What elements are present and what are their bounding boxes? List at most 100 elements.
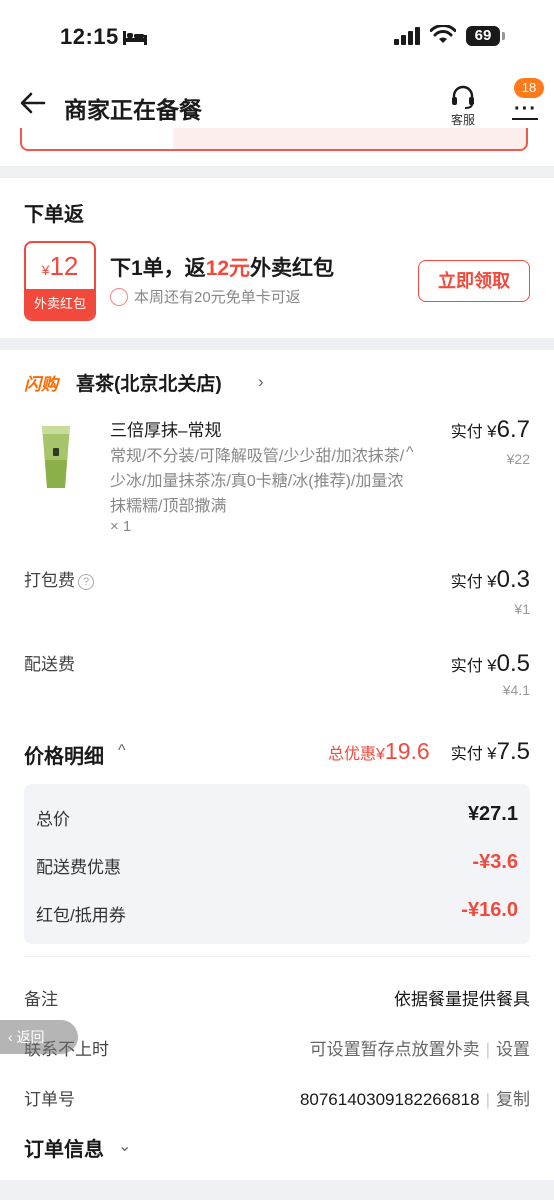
wifi-icon (430, 25, 456, 43)
status-time: 12:15 (60, 24, 119, 49)
packaging-fee-original: ¥1 (514, 601, 530, 617)
help-icon[interactable]: ? (78, 574, 94, 590)
radio-icon[interactable] (110, 288, 128, 306)
total-discount-currency: ¥ (376, 746, 385, 763)
back-arrow-icon[interactable] (20, 90, 46, 116)
item-name: 三倍厚抹–常规 (110, 421, 222, 440)
total-discount: 总优惠¥19.6 (328, 738, 430, 765)
breakdown-label: 总价 (36, 810, 70, 829)
packaging-fee-amount: 0.3 (496, 566, 530, 593)
order-number-row: 订单号 8076140309182266818 | 复制 (24, 1085, 530, 1111)
rebate-headline-amount: 12元 (205, 257, 251, 280)
delivery-fee-amount: 0.5 (496, 650, 530, 677)
rebate-subtext: 本周还有20元免单卡可返 (134, 289, 301, 306)
chevron-right-icon[interactable]: › (258, 372, 264, 392)
total-paid-currency: ¥ (487, 744, 497, 763)
price-detail-title[interactable]: 价格明细 (24, 740, 104, 769)
coupon-card: ¥12 外卖红包 (24, 241, 96, 321)
item-quantity: × 1 (110, 518, 132, 535)
remark-label: 备注 (24, 990, 58, 1009)
battery-tip (502, 32, 505, 40)
customer-service-label: 客服 (450, 113, 475, 127)
bed-icon (123, 31, 147, 45)
page-title: 商家正在备餐 (64, 97, 202, 123)
order-number-group: 8076140309182266818 | 复制 (300, 1085, 530, 1110)
breakdown-label: 红包/抵用券 (36, 906, 126, 925)
floating-back-label: 返回 (16, 1029, 45, 1045)
item-paid: 实付 ¥6.7 (451, 416, 530, 444)
chevron-up-icon[interactable]: ^ (118, 742, 126, 760)
rebate-section: 下单返 ¥12 外卖红包 下1单，返12元外卖红包 本周还有20元免单卡可返 立… (0, 178, 554, 338)
breakdown-row: 总价 ¥27.1 (36, 803, 518, 829)
coupon-amount: ¥12 (26, 251, 94, 282)
packaging-fee-paid: 实付 ¥0.3 (451, 566, 530, 594)
delivery-fee-paid-label: 实付 (450, 658, 483, 675)
contact-settings-link[interactable]: 设置 (496, 1040, 530, 1059)
order-number-label: 订单号 (24, 1090, 75, 1109)
remark-value: 依据餐量提供餐具 (394, 990, 530, 1009)
chevron-left-icon: ‹ (8, 1029, 17, 1045)
total-discount-label: 总优惠 (328, 746, 377, 763)
breakdown-row: 红包/抵用券 -¥16.0 (36, 899, 518, 925)
item-original-price: ¥22 (506, 451, 530, 467)
contact-value: 可设置暂存点放置外卖 (309, 1040, 480, 1059)
copy-link[interactable]: 复制 (496, 1090, 530, 1109)
breakdown-value: -¥16.0 (461, 899, 518, 921)
status-card-edge (0, 128, 554, 166)
rebate-headline-prefix: 下1单，返 (110, 257, 206, 280)
price-breakdown: 总价 ¥27.1 配送费优惠 -¥3.6 红包/抵用券 -¥16.0 (24, 784, 530, 944)
customer-service-button[interactable]: 客服 (444, 84, 482, 128)
claim-button[interactable]: 立即领取 (418, 260, 530, 302)
coupon-label: 外卖红包 (26, 289, 94, 319)
total-paid: 实付 ¥7.5 (451, 738, 530, 766)
more-dots-icon: ··· (514, 98, 537, 120)
order-number-value: 8076140309182266818 (299, 1090, 480, 1109)
order-section: 闪购 喜茶(北京北关店) › 三倍厚抹–常规 常规/不分装/可降解吸管/少少甜/… (0, 350, 554, 1180)
breakdown-label: 配送费优惠 (36, 858, 121, 877)
rebate-subtext-row[interactable]: 本周还有20元免单卡可返 (110, 286, 301, 307)
breakdown-row: 配送费优惠 -¥3.6 (36, 851, 518, 877)
more-menu-button[interactable]: 18 ··· (508, 78, 544, 128)
contact-value-group: 可设置暂存点放置外卖 | 设置 (310, 1035, 530, 1060)
cellular-signal-icon (394, 27, 420, 45)
bottom-strip (0, 1180, 554, 1200)
battery-icon: 69 (466, 26, 500, 46)
delivery-fee-original: ¥4.1 (502, 682, 530, 698)
coupon-value: 12 (49, 251, 79, 281)
delivery-fee-label: 配送费 (24, 655, 75, 674)
status-card-frame (20, 128, 528, 151)
nav-bar: 商家正在备餐 客服 18 ··· (0, 72, 554, 134)
notification-badge: 18 (514, 78, 544, 98)
divider (24, 956, 530, 957)
rebate-headline-suffix: 外卖红包 (250, 257, 335, 280)
rebate-title: 下单返 (24, 204, 84, 226)
breakdown-value: ¥27.1 (467, 803, 518, 825)
matcha-drink-image (42, 426, 70, 488)
item-paid-amount: 6.7 (496, 416, 530, 443)
breakdown-value: -¥3.6 (472, 851, 518, 873)
floating-back-button[interactable]: ‹ 返回 (0, 1020, 78, 1054)
total-paid-amount: 7.5 (496, 738, 530, 765)
item-paid-label: 实付 (450, 424, 483, 441)
total-discount-amount: 19.6 (384, 738, 430, 764)
more-underline (512, 118, 538, 120)
item-spec: 常规/不分装/可降解吸管/少少甜/加浓抹茶/少冰/加量抹茶冻/真0卡糖/冰(推荐… (110, 448, 405, 515)
rebate-headline: 下1单，返12元外卖红包 (110, 252, 334, 282)
shop-name[interactable]: 喜茶(北京北关店) (76, 369, 222, 396)
packaging-fee-paid-label: 实付 (450, 574, 483, 591)
packaging-fee-text: 打包费 (24, 571, 75, 590)
status-bar: 12:15 69 (0, 0, 554, 72)
order-info-title[interactable]: 订单信息 (24, 1133, 104, 1162)
delivery-fee-currency: ¥ (487, 656, 497, 675)
separator: | (485, 1040, 490, 1059)
chevron-down-icon[interactable]: ⌄ (118, 1136, 131, 1156)
flash-purchase-tag: 闪购 (24, 375, 58, 394)
total-paid-label: 实付 (450, 746, 483, 763)
item-paid-currency: ¥ (487, 422, 497, 441)
separator: | (485, 1090, 490, 1109)
headset-icon (452, 85, 474, 109)
chevron-up-icon[interactable]: ^ (406, 444, 414, 462)
packaging-fee-label: 打包费? (24, 566, 94, 591)
remark-row: 备注 依据餐量提供餐具 (24, 985, 530, 1011)
delivery-fee-paid: 实付 ¥0.5 (451, 650, 530, 678)
